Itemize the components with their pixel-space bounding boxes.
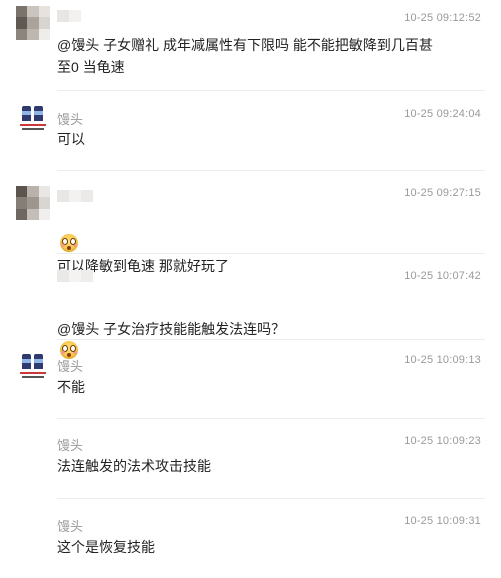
username-blurred: [57, 270, 93, 282]
timestamp: 10-25 10:09:23: [404, 435, 481, 447]
username-blurred: [57, 190, 93, 202]
message-text: 可以: [57, 131, 85, 147]
divider: [57, 418, 485, 419]
message-text: 法连触发的法术攻击技能: [57, 458, 211, 474]
message-text: 可以降敏到龟速 那就好玩了: [57, 211, 467, 277]
timestamp: 10-25 10:09:31: [404, 515, 481, 527]
divider: [57, 498, 485, 499]
timestamp: 10-25 10:07:42: [404, 270, 481, 282]
divider: [57, 90, 485, 91]
message-text: 这个是恢复技能: [57, 539, 155, 555]
avatar[interactable]: [16, 350, 50, 384]
username[interactable]: 馒头: [57, 356, 83, 375]
message-text: 不能: [57, 379, 85, 395]
avatar[interactable]: [16, 6, 50, 40]
avatar[interactable]: [16, 186, 50, 220]
message-text: @馒头 子女治疗技能能触发法连吗？: [57, 296, 467, 362]
message-text: @馒头 子女赠礼 成年减属性有下限吗 能不能把敏降到几百甚 至0 当龟速: [57, 37, 433, 75]
username-blurred: [57, 10, 81, 22]
flushed-face-emoji-icon: [60, 234, 78, 252]
timestamp: 10-25 09:24:04: [404, 108, 481, 120]
timestamp: 10-25 09:12:52: [404, 12, 481, 24]
message-text-content: @馒头 子女治疗技能能触发法连吗？: [57, 321, 286, 337]
username[interactable]: 馒头: [57, 516, 83, 535]
username[interactable]: 馒头: [57, 109, 83, 128]
username[interactable]: 馒头: [57, 435, 83, 454]
timestamp: 10-25 10:09:13: [404, 354, 481, 366]
divider: [57, 253, 485, 254]
divider: [57, 339, 485, 340]
comment-feed: 10-25 09:12:52 @馒头 子女赠礼 成年减属性有下限吗 能不能把敏降…: [0, 0, 501, 578]
divider: [57, 170, 485, 171]
avatar[interactable]: [16, 102, 50, 136]
timestamp: 10-25 09:27:15: [404, 187, 481, 199]
